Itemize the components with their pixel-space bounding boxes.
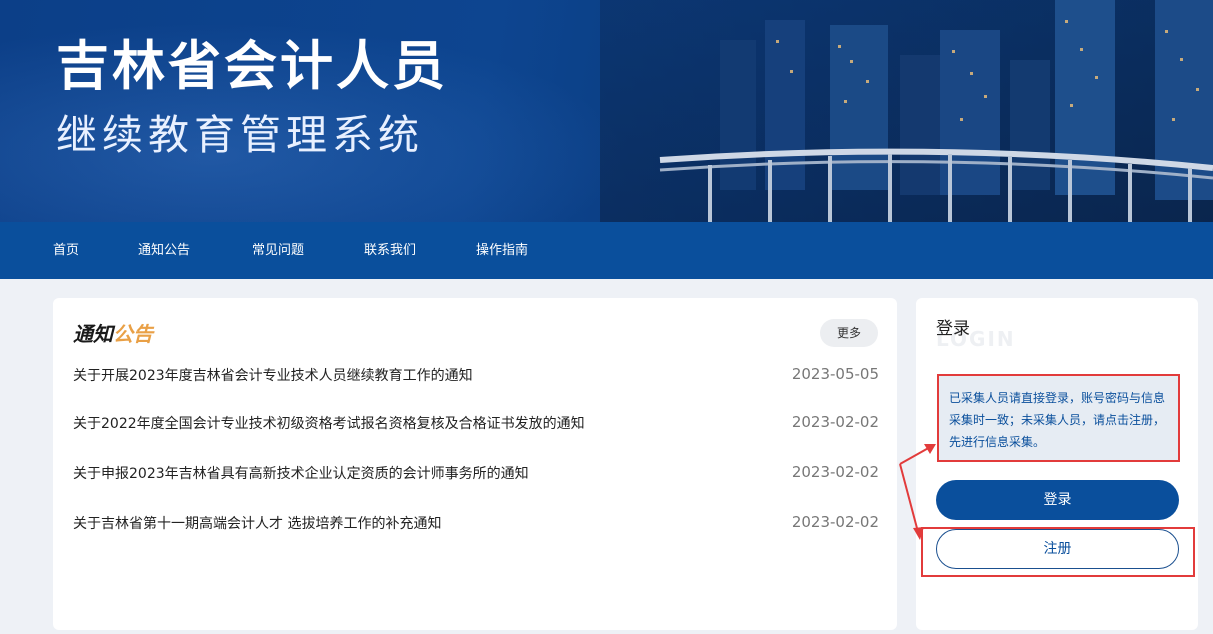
list-item[interactable]: 关于2022年度全国会计专业技术初级资格考试报名资格复核及合格证书发放的通知 2… xyxy=(73,412,879,436)
notice-date: 2023-02-02 xyxy=(791,513,879,531)
nav-item-contact[interactable]: 联系我们 xyxy=(364,222,416,279)
login-tip: 已采集人员请直接登录，账号密码与信息采集时一致；未采集人员，请点击注册，先进行信… xyxy=(937,374,1180,462)
more-button[interactable]: 更多 xyxy=(820,319,878,347)
list-item[interactable]: 关于申报2023年吉林省具有高新技术企业认定资质的会计师事务所的通知 2023-… xyxy=(73,462,879,486)
notice-heading-part1: 通知 xyxy=(73,322,113,346)
notice-panel: 通知公告 更多 关于开展2023年度吉林省会计专业技术人员继续教育工作的通知 2… xyxy=(53,298,897,630)
annotation-arrows xyxy=(899,444,936,540)
notice-title[interactable]: 关于吉林省第十一期高端会计人才 选拔培养工作的补充通知 xyxy=(73,512,441,536)
notice-title[interactable]: 关于申报2023年吉林省具有高新技术企业认定资质的会计师事务所的通知 xyxy=(73,462,529,486)
notice-title[interactable]: 关于2022年度全国会计专业技术初级资格考试报名资格复核及合格证书发放的通知 xyxy=(73,412,585,436)
header-banner: 吉林省会计人员 继续教育管理系统 xyxy=(0,0,1213,222)
notice-date: 2023-05-05 xyxy=(791,365,879,383)
register-button[interactable]: 注册 xyxy=(936,529,1179,569)
notice-date: 2023-02-02 xyxy=(791,413,879,431)
city-skyline-image xyxy=(600,0,1213,222)
login-heading: 登录 xyxy=(936,319,970,339)
notice-heading: 通知公告 xyxy=(73,320,153,348)
list-item[interactable]: 关于开展2023年度吉林省会计专业技术人员继续教育工作的通知 2023-05-0… xyxy=(73,364,879,388)
nav-item-faq[interactable]: 常见问题 xyxy=(252,222,304,279)
nav-item-guide[interactable]: 操作指南 xyxy=(476,222,528,279)
main-nav: 首页 通知公告 常见问题 联系我们 操作指南 xyxy=(0,222,1213,279)
nav-item-home[interactable]: 首页 xyxy=(53,222,79,279)
site-subtitle: 继续教育管理系统 xyxy=(56,111,424,159)
notice-title[interactable]: 关于开展2023年度吉林省会计专业技术人员继续教育工作的通知 xyxy=(73,364,473,388)
nav-item-notices[interactable]: 通知公告 xyxy=(138,222,190,279)
list-item[interactable]: 关于吉林省第十一期高端会计人才 选拔培养工作的补充通知 2023-02-02 xyxy=(73,512,879,536)
notice-date: 2023-02-02 xyxy=(791,463,879,481)
login-button[interactable]: 登录 xyxy=(936,480,1179,520)
notice-heading-part2: 公告 xyxy=(113,322,153,346)
site-title: 吉林省会计人员 xyxy=(56,36,448,97)
